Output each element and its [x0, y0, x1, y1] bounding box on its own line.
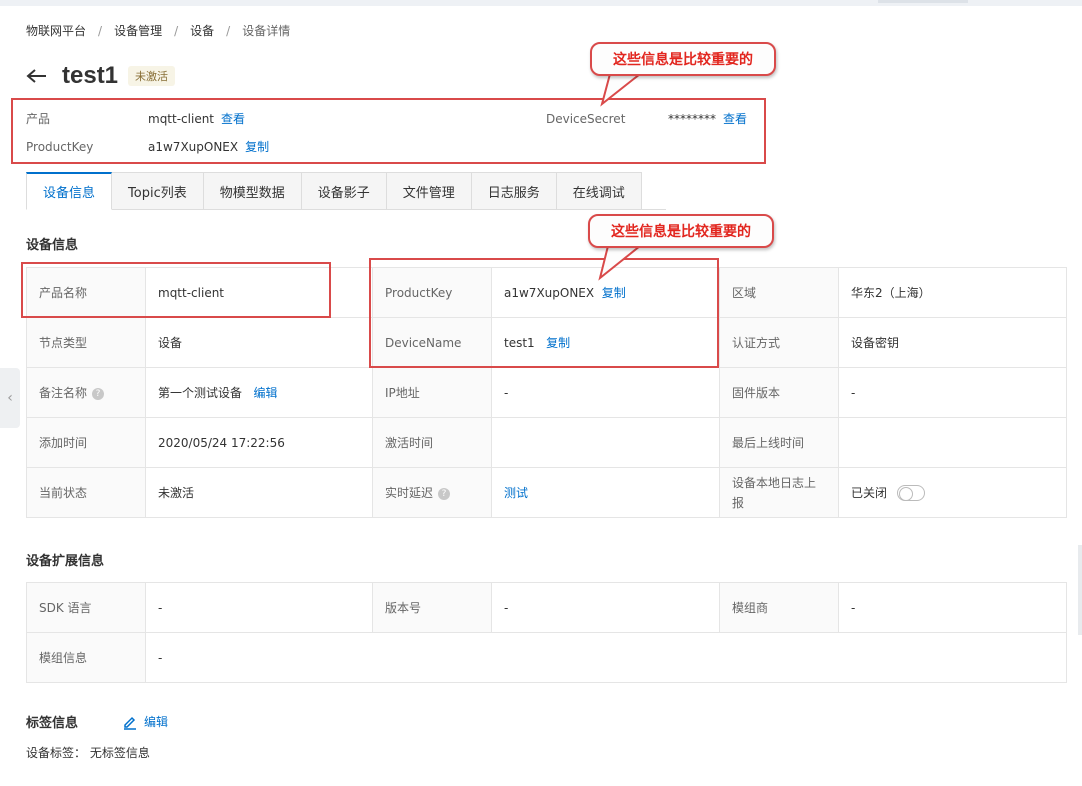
auth-method-value: 设备密钥 [838, 317, 1067, 368]
detail-tabs: 设备信息 Topic列表 物模型数据 设备影子 文件管理 日志服务 在线调试 [26, 172, 666, 210]
collapse-sidebar-handle[interactable]: ‹ [0, 368, 20, 428]
auth-method-label: 认证方式 [719, 317, 839, 368]
last-online-value [838, 417, 1067, 468]
module-info-label: 模组信息 [26, 632, 146, 683]
latency-label: 实时延迟 [385, 486, 434, 500]
module-vendor-value: - [838, 582, 1067, 633]
table-row: SDK 语言 - 版本号 - 模组商 - [26, 582, 1067, 633]
last-online-label: 最后上线时间 [719, 417, 839, 468]
current-status-label: 当前状态 [26, 467, 146, 518]
callout-top: 这些信息是比较重要的 [590, 42, 776, 76]
region-label: 区域 [719, 267, 839, 318]
help-icon[interactable]: ? [438, 487, 451, 500]
remark-value: 第一个测试设备 [158, 386, 243, 400]
region-value: 华东2（上海） [838, 267, 1067, 318]
tab-log-service[interactable]: 日志服务 [471, 172, 557, 210]
table-row: 备注名称? 第一个测试设备 编辑 IP地址 - 固件版本 - [26, 367, 1067, 418]
module-info-value: - [145, 632, 1067, 683]
chevron-left-icon: ‹ [7, 390, 13, 406]
node-type-value: 设备 [145, 317, 373, 368]
tab-device-info[interactable]: 设备信息 [26, 172, 113, 210]
pencil-icon[interactable] [122, 714, 138, 730]
local-log-label: 设备本地日志上报 [719, 467, 839, 518]
latency-cell: 测试 [491, 467, 720, 518]
page-title: test1 [62, 62, 119, 89]
annotation-box-product-name [21, 262, 331, 318]
annotation-box-keys [369, 258, 719, 368]
breadcrumb-item-device-management[interactable]: 设备管理 [114, 22, 162, 39]
remark-cell: 第一个测试设备 编辑 [145, 367, 373, 418]
tab-device-shadow[interactable]: 设备影子 [301, 172, 387, 210]
latency-test-link[interactable]: 测试 [504, 486, 528, 500]
added-time-label: 添加时间 [26, 417, 146, 468]
table-row: 模组信息 - [26, 632, 1067, 683]
right-edge-handle [1078, 545, 1082, 635]
tab-online-debug[interactable]: 在线调试 [556, 172, 642, 210]
table-row: 当前状态 未激活 实时延迟? 测试 设备本地日志上报 已关闭 [26, 467, 1067, 518]
breadcrumb-separator: / [98, 23, 103, 38]
module-vendor-label: 模组商 [719, 582, 839, 633]
table-row: 添加时间 2020/05/24 17:22:56 激活时间 最后上线时间 [26, 417, 1067, 468]
tags-title: 标签信息 [26, 716, 79, 731]
page-header: test1 未激活 [26, 58, 176, 94]
tab-file-management[interactable]: 文件管理 [386, 172, 472, 210]
top-strip [0, 0, 1082, 6]
added-time-value: 2020/05/24 17:22:56 [145, 417, 373, 468]
remark-label: 备注名称 [39, 386, 88, 400]
breadcrumb: 物联网平台 / 设备管理 / 设备 / 设备详情 [26, 22, 290, 39]
callout-middle: 这些信息是比较重要的 [588, 214, 774, 248]
firmware-label: 固件版本 [719, 367, 839, 418]
sdk-language-label: SDK 语言 [26, 582, 146, 633]
breadcrumb-separator: / [226, 23, 231, 38]
local-log-value: 已关闭 [851, 485, 888, 500]
tags-header: 标签信息 编辑 [26, 712, 168, 731]
local-log-toggle[interactable] [897, 485, 926, 502]
edit-remark-button[interactable]: 编辑 [253, 386, 277, 400]
node-type-label: 节点类型 [26, 317, 146, 368]
device-info-title: 设备信息 [26, 238, 79, 253]
ip-value: - [491, 367, 720, 418]
tab-thing-model-data[interactable]: 物模型数据 [203, 172, 302, 210]
breadcrumb-item-device-detail: 设备详情 [242, 24, 291, 38]
version-value: - [491, 582, 720, 633]
edit-tags-button[interactable]: 编辑 [144, 713, 168, 730]
tab-topic-list[interactable]: Topic列表 [112, 172, 204, 210]
top-strip-tab [878, 0, 968, 3]
ext-info-table: SDK 语言 - 版本号 - 模组商 - 模组信息 - [26, 582, 1067, 683]
ext-info-title: 设备扩展信息 [26, 554, 105, 569]
status-badge: 未激活 [128, 66, 176, 86]
current-status-value: 未激活 [145, 467, 373, 518]
help-icon[interactable]: ? [92, 387, 105, 400]
back-arrow-icon[interactable] [26, 64, 50, 88]
remark-label-cell: 备注名称? [26, 367, 146, 418]
activated-time-label: 激活时间 [372, 417, 492, 468]
version-label: 版本号 [372, 582, 492, 633]
ip-label: IP地址 [372, 367, 492, 418]
breadcrumb-item-device[interactable]: 设备 [190, 22, 214, 39]
latency-label-cell: 实时延迟? [372, 467, 492, 518]
firmware-value: - [838, 367, 1067, 418]
sdk-language-value: - [145, 582, 373, 633]
breadcrumb-separator: / [174, 23, 179, 38]
activated-time-value [491, 417, 720, 468]
device-tags-line: 设备标签： 无标签信息 [26, 746, 150, 760]
breadcrumb-item-platform[interactable]: 物联网平台 [26, 22, 86, 39]
local-log-cell: 已关闭 [838, 467, 1067, 518]
